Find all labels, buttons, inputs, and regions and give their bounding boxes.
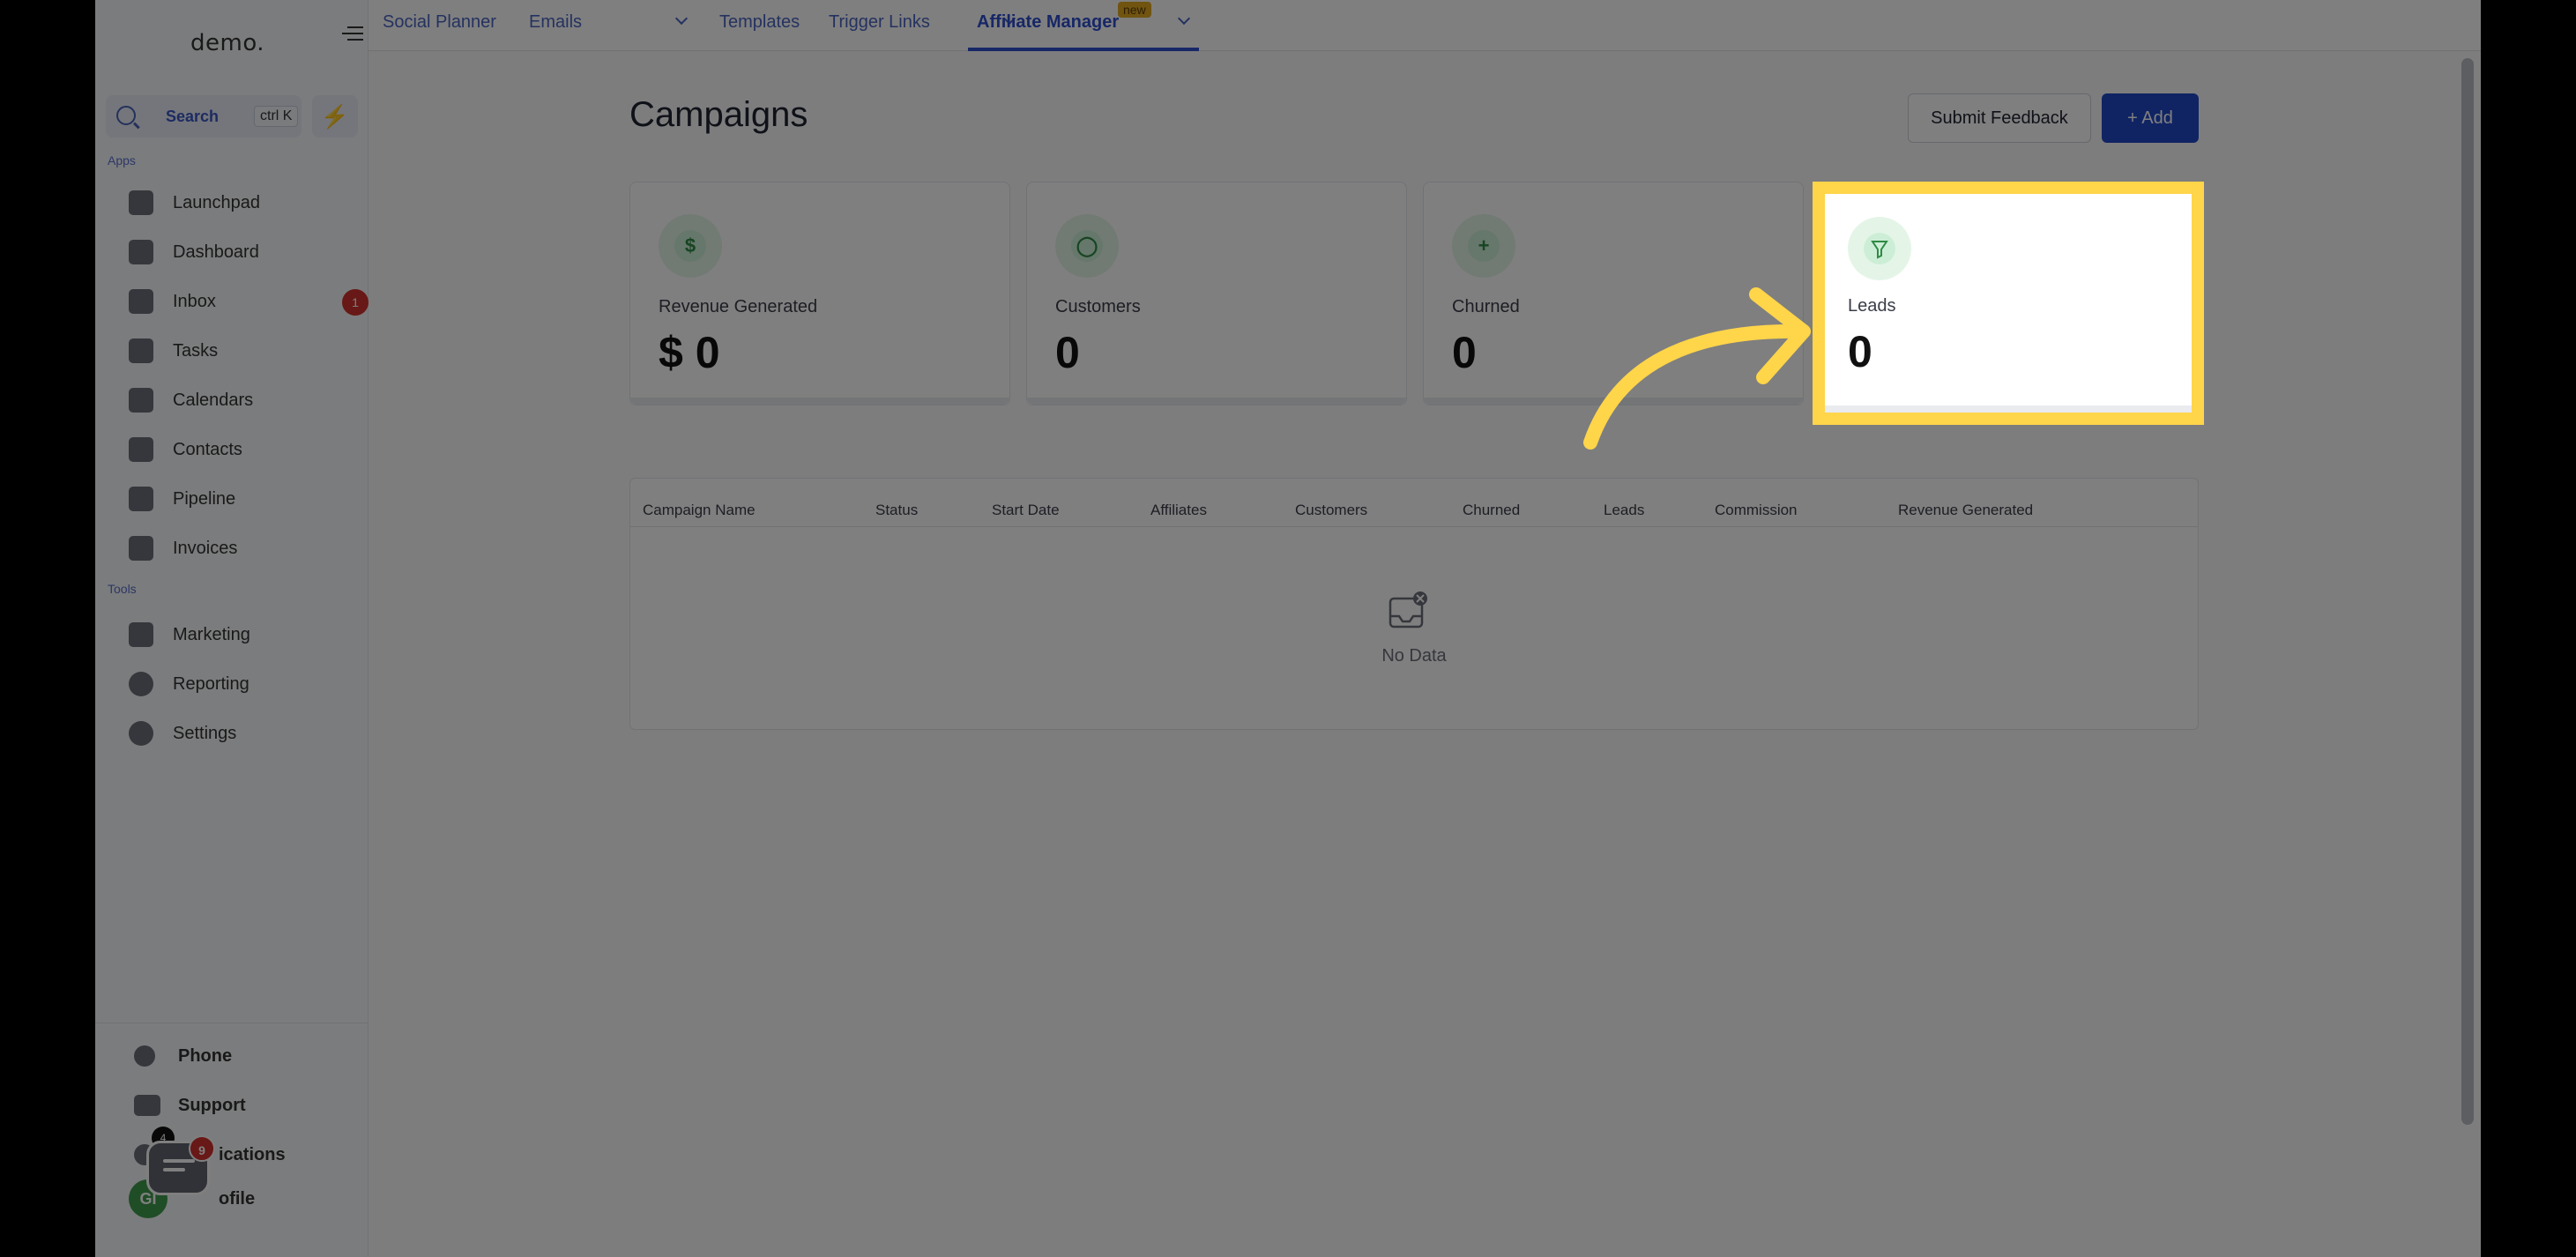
page-title: Campaigns xyxy=(629,95,808,134)
sidebar-item-marketing[interactable]: Marketing xyxy=(129,617,349,652)
tools-section-label: Tools xyxy=(108,582,137,596)
stat-label: Revenue Generated xyxy=(659,297,818,316)
inbox-icon xyxy=(129,289,153,314)
sidebar-item-label: Support xyxy=(178,1096,246,1115)
sidebar-item-launchpad[interactable]: Launchpad xyxy=(129,185,349,220)
pie-chart-icon xyxy=(129,672,153,696)
funnel-icon xyxy=(1848,217,1911,280)
sidebar-item-pipeline[interactable]: Pipeline xyxy=(129,481,349,517)
column-header[interactable]: Leads xyxy=(1604,502,1644,519)
sidebar-item-label: Contacts xyxy=(173,440,242,459)
sidebar-item-label: Settings xyxy=(173,724,237,743)
column-header[interactable]: Commission xyxy=(1715,502,1798,519)
column-header[interactable]: Customers xyxy=(1295,502,1367,519)
collapse-menu-icon[interactable] xyxy=(342,25,363,42)
app-window: demo. Search ctrl K ⚡ Apps Launchpad Das… xyxy=(95,0,2481,1257)
sidebar-item-label: Tasks xyxy=(173,341,219,361)
card-footer xyxy=(630,398,1009,405)
campaigns-table: Campaign Name Status Start Date Affiliat… xyxy=(629,478,2199,730)
stat-value: $ 0 xyxy=(659,328,720,377)
sidebar-item-dashboard[interactable]: Dashboard xyxy=(129,234,349,270)
chevron-down-icon[interactable] xyxy=(674,11,689,26)
sidebar-item-reporting[interactable]: Reporting xyxy=(129,666,349,702)
rocket-icon xyxy=(129,190,153,215)
sidebar-item-label: Calendars xyxy=(173,390,254,410)
sidebar-item-label: Dashboard xyxy=(173,242,259,262)
grid-icon xyxy=(129,240,153,264)
search-shortcut: ctrl K xyxy=(254,106,299,127)
add-button[interactable]: + Add xyxy=(2102,93,2199,143)
invoice-icon xyxy=(129,536,153,561)
sidebar-item-calendars[interactable]: Calendars xyxy=(129,383,349,418)
stat-card-customers: ◯ Customers 0 xyxy=(1026,182,1407,405)
column-header[interactable]: Affiliates xyxy=(1150,502,1207,519)
sidebar-item-label: Phone xyxy=(178,1046,233,1066)
sidebar-item-label: Inbox xyxy=(173,292,216,311)
annotation-arrow-icon xyxy=(1583,287,1811,450)
sidebar-item-settings[interactable]: Settings xyxy=(129,716,349,751)
header-divider xyxy=(630,526,2198,527)
chat-badge: 9 xyxy=(189,1135,215,1162)
scrollbar[interactable] xyxy=(2461,58,2474,1125)
sidebar-item-support[interactable]: Support xyxy=(134,1088,354,1123)
phone-icon xyxy=(134,1045,155,1067)
card-footer xyxy=(1825,405,2192,413)
stat-value: 0 xyxy=(1452,328,1477,377)
column-header[interactable]: Campaign Name xyxy=(643,502,756,519)
sidebar-item-invoices[interactable]: Invoices xyxy=(129,531,349,566)
stat-value: 0 xyxy=(1848,327,1872,376)
chat-icon xyxy=(134,1095,160,1116)
tab-social-planner[interactable]: Social Planner xyxy=(383,12,496,33)
brand-logo: demo. xyxy=(190,30,265,56)
sidebar-item-label: Pipeline xyxy=(173,489,236,509)
sidebar-item-label: Marketing xyxy=(173,625,250,644)
sidebar: demo. Search ctrl K ⚡ Apps Launchpad Das… xyxy=(95,0,369,1257)
sidebar-item-label: Invoices xyxy=(173,539,238,558)
sidebar-item-label: ications xyxy=(219,1145,286,1164)
empty-inbox-icon xyxy=(1389,591,1427,628)
person-icon xyxy=(129,437,153,462)
sidebar-item-contacts[interactable]: Contacts xyxy=(129,432,349,467)
tab-trigger-links[interactable]: Trigger Links xyxy=(829,12,930,33)
funnel-icon xyxy=(129,487,153,511)
search-button[interactable]: Search ctrl K xyxy=(106,95,302,138)
megaphone-icon xyxy=(129,622,153,647)
person-icon: ◯ xyxy=(1055,214,1119,278)
inbox-badge: 1 xyxy=(342,289,369,316)
tab-affiliate-manager[interactable]: Affiliate Manager xyxy=(977,12,1119,33)
new-badge: new xyxy=(1118,2,1151,18)
column-header[interactable]: Revenue Generated xyxy=(1898,502,2033,519)
empty-state-text: No Data xyxy=(1381,646,1447,666)
stat-card-revenue: $ Revenue Generated $ 0 xyxy=(629,182,1010,405)
sidebar-item-phone[interactable]: Phone xyxy=(134,1038,354,1074)
sidebar-item-label: Reporting xyxy=(173,674,249,694)
tab-templates[interactable]: Templates xyxy=(719,12,800,33)
search-label: Search xyxy=(166,108,220,125)
stat-value: 0 xyxy=(1055,328,1080,377)
stat-label: Leads xyxy=(1848,296,1896,316)
sidebar-item-tasks[interactable]: Tasks xyxy=(129,333,349,368)
chevron-down-icon[interactable] xyxy=(1177,11,1191,26)
card-footer xyxy=(1027,398,1406,405)
dollar-icon: $ xyxy=(659,214,722,278)
top-nav: Social Planner Emails Templates Trigger … xyxy=(369,0,2481,51)
gear-icon xyxy=(129,721,153,746)
sidebar-item-label: ofile xyxy=(219,1189,256,1209)
submit-feedback-button[interactable]: Submit Feedback xyxy=(1908,93,2091,143)
column-header[interactable]: Start Date xyxy=(992,502,1060,519)
quick-action-bolt-icon[interactable]: ⚡ xyxy=(312,95,358,138)
column-header[interactable]: Churned xyxy=(1463,502,1520,519)
person-add-icon: + xyxy=(1452,214,1515,278)
stat-label: Churned xyxy=(1452,297,1520,316)
search-icon xyxy=(116,106,136,125)
apps-section-label: Apps xyxy=(108,153,136,167)
column-header[interactable]: Status xyxy=(875,502,918,519)
sidebar-item-label: Launchpad xyxy=(173,193,260,212)
stat-label: Customers xyxy=(1055,297,1141,316)
calendar-icon xyxy=(129,388,153,413)
tab-emails[interactable]: Emails xyxy=(529,12,582,33)
clipboard-icon xyxy=(129,338,153,363)
stat-card-leads-highlighted[interactable]: Leads 0 xyxy=(1813,182,2204,425)
sidebar-item-inbox[interactable]: Inbox 1 xyxy=(129,284,369,319)
